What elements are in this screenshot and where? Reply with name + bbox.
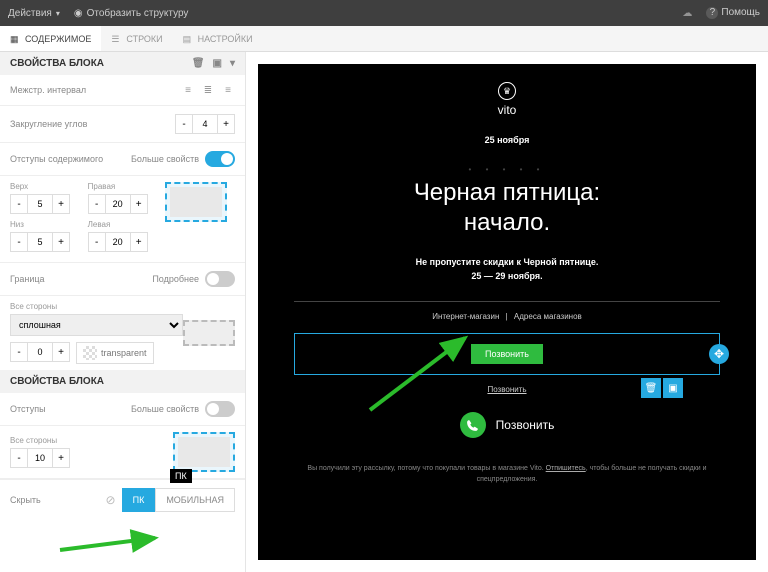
visibility-icon[interactable]: ⊘ [106,493,116,507]
border-width-stepper[interactable]: -+ [10,342,70,364]
border-style-select[interactable]: сплошная [10,314,183,336]
link-shop[interactable]: Интернет-магазин [432,312,499,321]
all-sides-stepper[interactable]: -+ [10,448,173,468]
pc-tooltip: ПК [170,469,192,483]
subheadline: Не пропустите скидки к Черной пятнице. 2… [258,256,756,283]
call-button[interactable]: Позвонить [471,344,543,364]
border-more-toggle[interactable] [205,271,235,287]
email-preview: ♛ vito 25 ноября • • • • • Черная пятниц… [258,64,756,560]
headline: Черная пятница: начало. [258,178,756,238]
block-copy-icon[interactable]: ▣ [663,378,683,398]
topbar: Действия▾ ◉Отобразить структуру ☁ ?Помощ… [0,0,768,26]
phone-icon[interactable] [460,412,486,438]
stepper-plus[interactable]: + [217,114,235,134]
help-link[interactable]: ?Помощь [706,7,760,19]
cloud-upload-icon[interactable]: ☁ [682,8,692,19]
email-canvas: ♛ vito 25 ноября • • • • • Черная пятниц… [246,52,768,572]
corner-radius-input[interactable] [193,114,217,134]
chevron-down-icon: ▾ [56,9,60,18]
divider [294,301,720,302]
device-pc-button[interactable]: ПК [122,488,156,512]
tab-settings[interactable]: ▤ НАСТРОЙКИ [173,26,263,51]
trash-icon[interactable]: 🗑 [192,58,205,69]
corner-radius-label: Закругление углов [10,119,87,129]
device-segmented: ПК МОБИЛЬНАЯ [122,488,235,512]
actions-dropdown[interactable]: Действия▾ [8,8,60,19]
unsubscribe-link[interactable]: Отпишитесь [546,465,586,472]
device-mobile-button[interactable]: МОБИЛЬНАЯ [155,488,235,512]
padding-right-stepper[interactable]: -+ [88,194,158,214]
padding-top-stepper[interactable]: -+ [10,194,80,214]
line-spacing-label: Межстр. интервал [10,85,86,95]
date-text: 25 ноября [258,135,756,145]
indents-more-toggle[interactable] [205,401,235,417]
allsides-preview [173,432,235,472]
align-left-icon[interactable]: ≡ [181,83,195,97]
call-row: Позвонить [258,412,756,438]
selected-call-block[interactable]: Позвонить ✥ 🗑 ▣ [294,333,720,375]
padding-preview [165,182,227,222]
block-delete-icon[interactable]: 🗑 [641,378,661,398]
padding-left-stepper[interactable]: -+ [88,232,158,252]
border-label: Граница [10,274,45,284]
footer-text: Вы получили эту рассылку, потому что пок… [258,464,756,485]
nav-links: Интернет-магазин | Адреса магазинов [258,312,756,321]
editor-tabs: ▦ СОДЕРЖИМОЕ ☰ СТРОКИ ▤ НАСТРОЙКИ [0,26,768,52]
show-structure-toggle[interactable]: ◉Отобразить структуру [74,8,189,19]
corner-radius-stepper[interactable]: - + [175,114,235,134]
settings-icon: ▤ [183,34,193,44]
more-props-toggle[interactable] [205,151,235,167]
content-padding-label: Отступы содержимого [10,154,103,164]
section-block-props-2: СВОЙСТВА БЛОКА [0,370,245,393]
link-stores[interactable]: Адреса магазинов [514,312,582,321]
tab-content[interactable]: ▦ СОДЕРЖИМОЕ [0,26,101,51]
properties-sidebar: СВОЙСТВА БЛОКА 🗑 ▣ ▾ Межстр. интервал ≡ … [0,52,246,572]
crown-icon: ♛ [498,82,516,100]
indents-label: Отступы [10,404,46,414]
copy-icon[interactable]: ▣ [213,58,222,69]
eye-icon: ◉ [74,8,83,19]
chevron-down-icon[interactable]: ▾ [230,58,235,69]
padding-bottom-stepper[interactable]: -+ [10,232,80,252]
align-right-icon[interactable]: ≡ [221,83,235,97]
hide-label: Скрыть [10,495,41,505]
tab-rows[interactable]: ☰ СТРОКИ [101,26,172,51]
grid-icon: ▦ [10,34,20,44]
border-color-picker[interactable]: transparent [76,342,154,364]
rows-icon: ☰ [111,34,121,44]
align-center-icon[interactable]: ≣ [201,83,215,97]
help-icon: ? [706,7,718,19]
section-block-props: СВОЙСТВА БЛОКА 🗑 ▣ ▾ [0,52,245,75]
stepper-minus[interactable]: - [175,114,193,134]
brand-logo: ♛ vito [258,82,756,117]
move-handle-icon[interactable]: ✥ [709,344,729,364]
checker-icon [83,346,97,360]
border-preview [183,320,235,346]
